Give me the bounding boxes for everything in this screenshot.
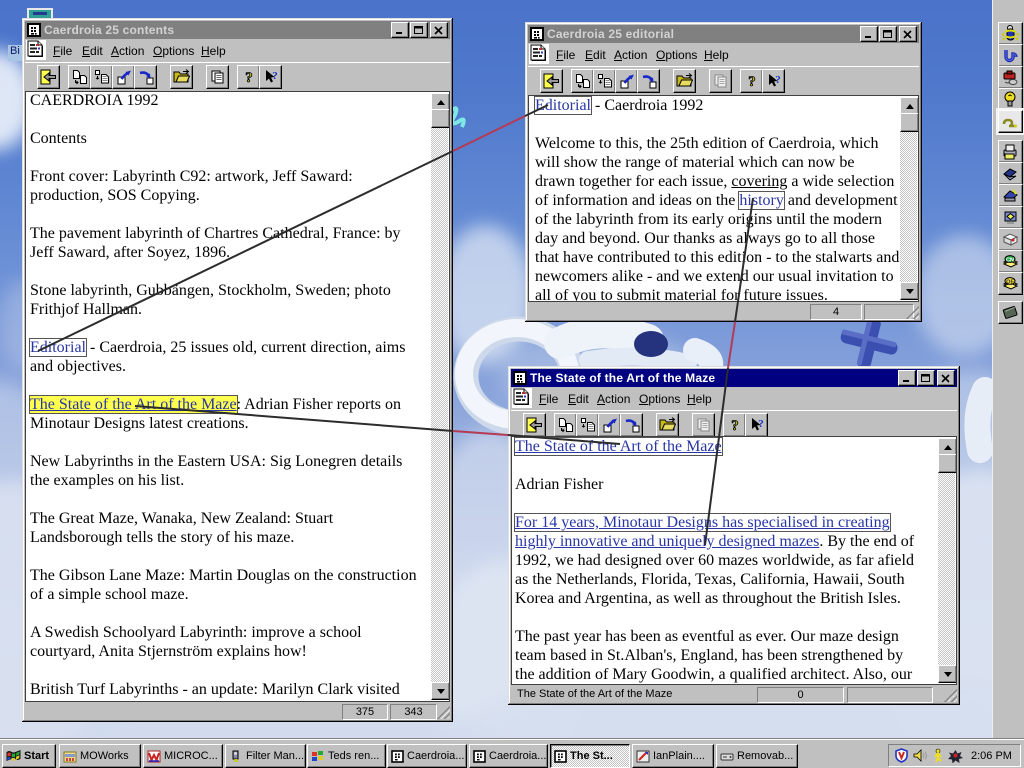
svg-text:?: ?: [748, 74, 756, 89]
svg-text:?: ?: [272, 70, 278, 82]
svg-text:?: ?: [775, 74, 781, 86]
svg-text:?: ?: [731, 418, 739, 433]
svg-text:OF: OF: [1006, 280, 1014, 286]
svg-text:?: ?: [758, 418, 764, 430]
svg-text:?: ?: [245, 70, 253, 85]
svg-text:CN: CN: [1006, 258, 1014, 264]
